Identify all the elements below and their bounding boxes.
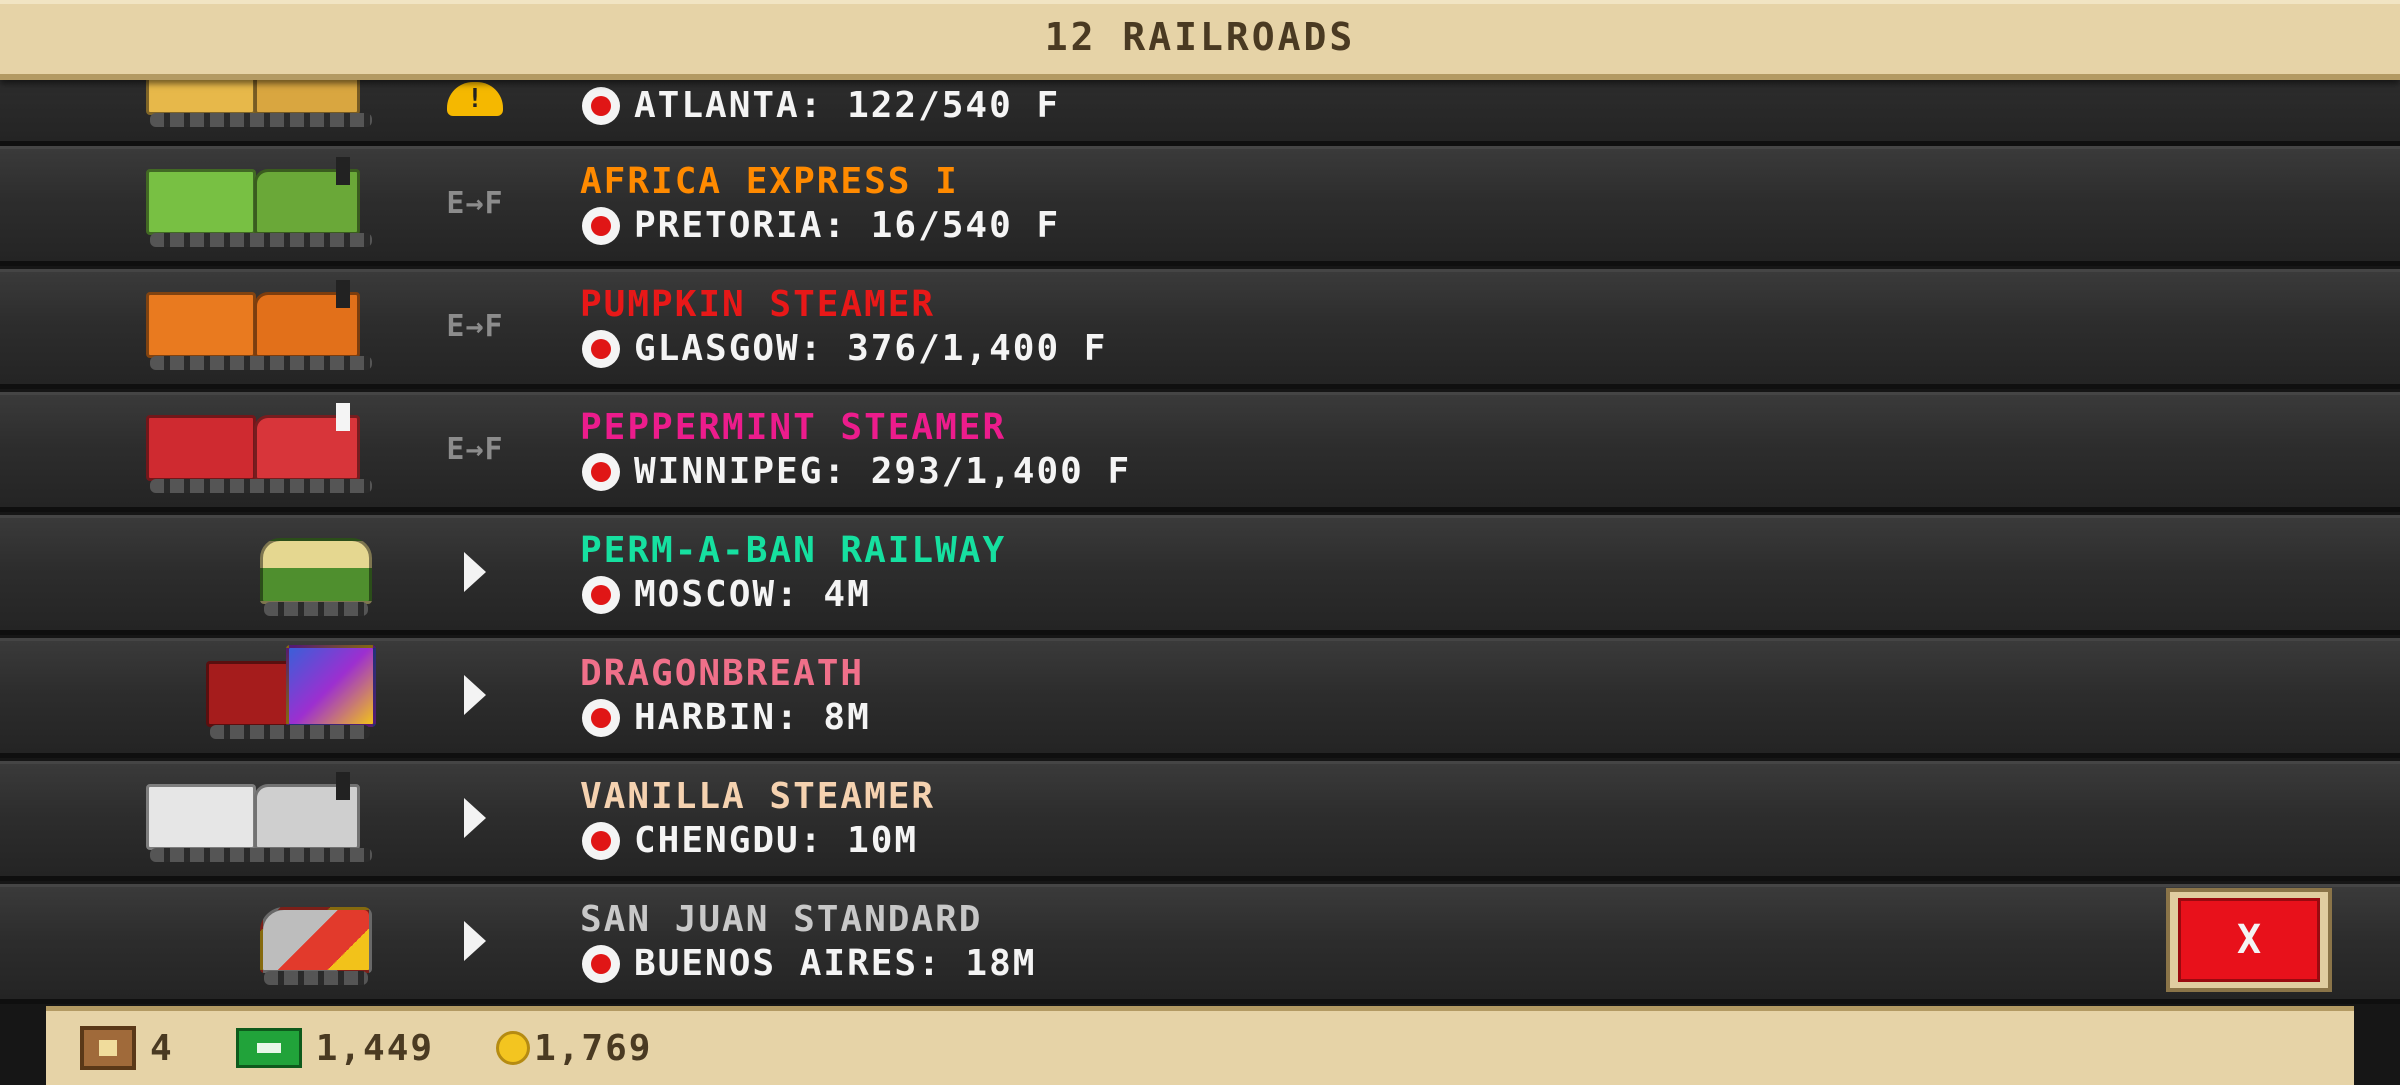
destination: GLASGOW: 376/1,400 F bbox=[582, 328, 1107, 369]
destination: ATLANTA: 122/540 F bbox=[582, 85, 1060, 126]
empty-to-full-icon: E→F bbox=[446, 431, 504, 467]
location-pin-icon bbox=[582, 944, 620, 983]
destination: CHENGDU: 10M bbox=[582, 820, 918, 861]
crates-stat: 4 bbox=[80, 1026, 174, 1070]
destination: BUENOS AIRES: 18M bbox=[582, 943, 1036, 984]
train-sprite bbox=[146, 403, 376, 493]
train-sprite bbox=[206, 645, 376, 739]
destination-text: BUENOS AIRES: 18M bbox=[634, 943, 1037, 984]
header-bar: 12 RAILROADS bbox=[0, 0, 2400, 80]
destination: HARBIN: 8M bbox=[582, 697, 871, 738]
railroad-row[interactable]: SAN JUAN STANDARD BUENOS AIRES: 18M bbox=[0, 884, 2400, 1004]
location-pin-icon bbox=[582, 821, 620, 860]
railroad-row[interactable]: E→F AFRICA EXPRESS I PRETORIA: 16/540 F bbox=[0, 146, 2400, 266]
resource-bar: 4 1,449 1,769 bbox=[46, 1006, 2354, 1085]
railroad-row[interactable]: VANILLA STEAMER CHENGDU: 10M bbox=[0, 761, 2400, 881]
train-sprite bbox=[260, 526, 372, 616]
railroad-row[interactable]: PERM-A-BAN RAILWAY MOSCOW: 4M bbox=[0, 515, 2400, 635]
railroad-row[interactable]: E→F PEPPERMINT STEAMER WINNIPEG: 293/1,4… bbox=[0, 392, 2400, 512]
destination: PRETORIA: 16/540 F bbox=[582, 205, 1060, 246]
play-icon[interactable] bbox=[440, 542, 510, 602]
coin-icon bbox=[496, 1031, 531, 1065]
play-icon[interactable] bbox=[440, 665, 510, 725]
coins-stat: 1,769 bbox=[496, 1028, 652, 1069]
railroad-name: PUMPKIN STEAMER bbox=[580, 284, 936, 325]
cash-icon bbox=[235, 1028, 302, 1068]
railroad-list: ! ATLANTA: 122/540 F E→F AFRICA EXPRESS … bbox=[0, 0, 2400, 1004]
train-sprite bbox=[146, 772, 376, 862]
cash-amount: 1,449 bbox=[315, 1027, 435, 1069]
close-button[interactable]: X bbox=[2166, 888, 2332, 992]
railroad-name: AFRICA EXPRESS I bbox=[580, 161, 959, 202]
destination-text: PRETORIA: 16/540 F bbox=[634, 205, 1061, 246]
crates-count: 4 bbox=[150, 1027, 174, 1069]
empty-to-full-icon: E→F bbox=[446, 308, 504, 344]
destination-text: WINNIPEG: 293/1,400 F bbox=[634, 451, 1132, 492]
railroad-name: PERM-A-BAN RAILWAY bbox=[580, 530, 1007, 571]
location-pin-icon bbox=[582, 575, 620, 614]
destination-text: ATLANTA: 122/540 F bbox=[634, 85, 1061, 126]
location-pin-icon bbox=[582, 86, 620, 125]
coins-amount: 1,769 bbox=[534, 1027, 653, 1069]
destination-text: GLASGOW: 376/1,400 F bbox=[634, 328, 1108, 369]
railroad-name: DRAGONBREATH bbox=[580, 653, 865, 694]
destination-text: CHENGDU: 10M bbox=[634, 820, 919, 861]
destination: MOSCOW: 4M bbox=[582, 574, 871, 615]
location-pin-icon bbox=[582, 206, 620, 245]
cash-stat: 1,449 bbox=[235, 1027, 435, 1069]
location-pin-icon bbox=[582, 452, 620, 491]
empty-to-full-icon: E→F bbox=[446, 185, 504, 221]
train-sprite bbox=[146, 280, 376, 370]
destination-text: MOSCOW: 4M bbox=[634, 574, 871, 615]
play-icon[interactable] bbox=[440, 788, 510, 848]
railroad-name: VANILLA STEAMER bbox=[580, 776, 936, 817]
railroad-row[interactable]: DRAGONBREATH HARBIN: 8M bbox=[0, 638, 2400, 758]
railroad-row[interactable]: E→F PUMPKIN STEAMER GLASGOW: 376/1,400 F bbox=[0, 269, 2400, 389]
play-icon[interactable] bbox=[440, 911, 510, 971]
page-title: 12 RAILROADS bbox=[1044, 15, 1356, 59]
train-sprite bbox=[146, 157, 376, 247]
railroad-name: PEPPERMINT STEAMER bbox=[580, 407, 1007, 448]
location-pin-icon bbox=[582, 329, 620, 368]
crate-icon bbox=[80, 1026, 136, 1070]
destination: WINNIPEG: 293/1,400 F bbox=[582, 451, 1131, 492]
train-sprite bbox=[260, 895, 372, 985]
railroad-name: SAN JUAN STANDARD bbox=[580, 899, 983, 940]
close-icon: X bbox=[2178, 898, 2320, 982]
destination-text: HARBIN: 8M bbox=[634, 697, 871, 738]
location-pin-icon bbox=[582, 698, 620, 737]
